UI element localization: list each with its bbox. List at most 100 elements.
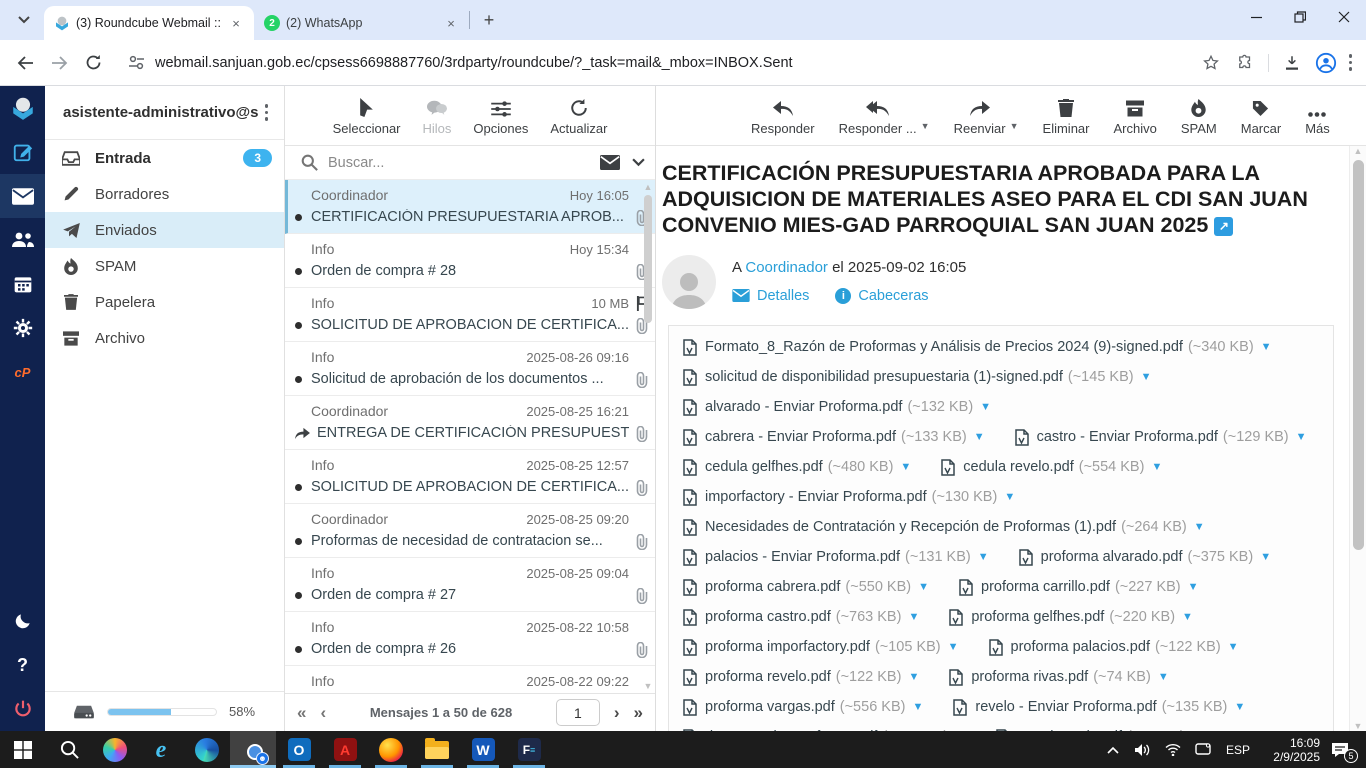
message-row[interactable]: Info 2025-08-25 12:57 SOLICITUD DE APROB…	[285, 450, 655, 504]
scroll-up-icon[interactable]: ▲	[644, 182, 653, 192]
reading-scrollbar[interactable]: ▲ ▼	[1349, 146, 1366, 731]
rail-calendar-button[interactable]	[0, 262, 45, 306]
taskbar-search-button[interactable]	[46, 731, 92, 768]
attachment-menu-caret-icon[interactable]: ▼	[1296, 431, 1307, 443]
word-button[interactable]: W	[460, 731, 506, 768]
profile-button[interactable]	[1309, 46, 1343, 80]
attachment-menu-caret-icon[interactable]: ▼	[908, 611, 919, 623]
volume-button[interactable]	[1128, 743, 1158, 757]
last-page-button[interactable]: »	[634, 703, 643, 723]
reply-all-button[interactable]: Responder ...	[839, 95, 917, 136]
attachment-item[interactable]: proforma revelo.pdf (~122 KB) ▼	[683, 669, 919, 686]
forward-button[interactable]	[42, 46, 76, 80]
attachment-menu-caret-icon[interactable]: ▼	[974, 431, 985, 443]
attachment-item[interactable]: proforma palacios.pdf (~122 KB) ▼	[989, 639, 1239, 656]
message-row[interactable]: Coordinador 2025-08-25 09:20 Proformas d…	[285, 504, 655, 558]
attachment-menu-caret-icon[interactable]: ▼	[1182, 611, 1193, 623]
delete-button[interactable]: Eliminar	[1043, 95, 1090, 136]
attachment-item[interactable]: proforma carrillo.pdf (~227 KB) ▼	[959, 579, 1199, 596]
next-page-button[interactable]: ›	[614, 703, 620, 723]
attachment-item[interactable]: revelo - Enviar Proforma.pdf (~135 KB) ▼	[953, 699, 1245, 716]
message-row[interactable]: Info Hoy 15:34 Orden de compra # 28	[285, 234, 655, 288]
notification-center-button[interactable]: 5	[1320, 742, 1360, 758]
cpanel-button[interactable]: cP	[0, 350, 45, 394]
forward-menu-caret-icon[interactable]: ▼	[1010, 121, 1019, 131]
window-minimize-button[interactable]	[1234, 0, 1278, 34]
attachment-menu-caret-icon[interactable]: ▼	[1260, 551, 1271, 563]
attachment-item[interactable]: palacios - Enviar Proforma.pdf (~131 KB)…	[683, 549, 989, 566]
cast-button[interactable]	[1188, 743, 1218, 756]
window-close-button[interactable]	[1322, 0, 1366, 34]
sidebar-item-borradores[interactable]: Borradores	[45, 176, 284, 212]
scroll-up-icon[interactable]: ▲	[1354, 146, 1363, 156]
archive-button[interactable]: Archivo	[1114, 95, 1157, 136]
attachment-menu-caret-icon[interactable]: ▼	[908, 671, 919, 683]
scroll-down-icon[interactable]: ▼	[1354, 721, 1363, 731]
attachment-item[interactable]: alvarado - Enviar Proforma.pdf (~132 KB)…	[683, 399, 991, 416]
mark-button[interactable]: Marcar	[1241, 95, 1281, 136]
message-row[interactable]: Coordinador Hoy 16:05 CERTIFICACIÓN PRES…	[285, 180, 655, 234]
logout-button[interactable]	[0, 687, 45, 731]
attachment-menu-caret-icon[interactable]: ▼	[900, 461, 911, 473]
outlook-button[interactable]: O	[276, 731, 322, 768]
compose-button[interactable]	[0, 130, 45, 174]
attachment-menu-caret-icon[interactable]: ▼	[1228, 641, 1239, 653]
attachment-menu-caret-icon[interactable]: ▼	[1194, 521, 1205, 533]
search-input[interactable]	[328, 155, 600, 171]
rail-mail-button[interactable]	[0, 174, 45, 218]
sidebar-item-entrada[interactable]: Entrada 3	[45, 140, 284, 176]
wifi-button[interactable]	[1158, 743, 1188, 756]
attachment-menu-caret-icon[interactable]: ▼	[918, 581, 929, 593]
attachment-item[interactable]: solicitud de disponibilidad presupuestar…	[683, 369, 1151, 386]
tab-close-icon[interactable]: ×	[228, 15, 244, 31]
scrollbar-thumb[interactable]	[1353, 160, 1364, 550]
tab-whatsapp[interactable]: 2 (2) WhatsApp ×	[254, 6, 469, 40]
message-row[interactable]: Info 2025-08-22 10:58 Orden de compra # …	[285, 612, 655, 666]
prev-page-button[interactable]: ‹	[320, 703, 326, 723]
app-f-button[interactable]: F≡	[506, 731, 552, 768]
language-indicator[interactable]: ESP	[1218, 743, 1258, 757]
message-row[interactable]: Info 2025-08-26 09:16 Solicitud de aprob…	[285, 342, 655, 396]
attachment-item[interactable]: Necesidades de Contratación y Recepción …	[683, 519, 1205, 536]
message-row[interactable]: Info 2025-08-25 09:04 Orden de compra # …	[285, 558, 655, 612]
chrome-button[interactable]: ☻	[230, 731, 276, 768]
spam-button[interactable]: SPAM	[1181, 95, 1217, 136]
attachment-item[interactable]: proforma alvarado.pdf (~375 KB) ▼	[1019, 549, 1271, 566]
first-page-button[interactable]: «	[297, 703, 306, 723]
rail-settings-button[interactable]	[0, 306, 45, 350]
attachment-item[interactable]: imporfactory - Enviar Proforma.pdf (~130…	[683, 489, 1015, 506]
start-button[interactable]	[0, 731, 46, 768]
options-button[interactable]: Opciones	[473, 95, 528, 136]
browser-menu-button[interactable]	[1343, 48, 1359, 77]
dark-mode-button[interactable]	[0, 599, 45, 643]
attachment-item[interactable]: rivas - Enviar Proforma.pdf (~133 KB) ▼	[683, 729, 966, 731]
reply-button[interactable]: Responder	[751, 95, 815, 136]
headers-link[interactable]: i Cabeceras	[835, 288, 928, 304]
copilot-button[interactable]	[92, 731, 138, 768]
attachment-menu-caret-icon[interactable]: ▼	[1234, 701, 1245, 713]
recipient-link[interactable]: Coordinador	[745, 259, 828, 276]
sidebar-item-spam[interactable]: SPAM	[45, 248, 284, 284]
message-row[interactable]: Info 10 MB SOLICITUD DE APROBACION DE CE…	[285, 288, 655, 342]
scroll-down-icon[interactable]: ▼	[644, 681, 653, 691]
window-restore-button[interactable]	[1278, 0, 1322, 34]
attachment-item[interactable]: proforma cabrera.pdf (~550 KB) ▼	[683, 579, 929, 596]
attachment-item[interactable]: castro - Enviar Proforma.pdf (~129 KB) ▼	[1015, 429, 1307, 446]
attachment-menu-caret-icon[interactable]: ▼	[948, 641, 959, 653]
new-tab-button[interactable]: +	[476, 7, 502, 33]
tab-search-button[interactable]	[10, 6, 38, 34]
attachment-item[interactable]: cedula revelo.pdf (~554 KB) ▼	[941, 459, 1162, 476]
attachment-item[interactable]: proforma imporfactory.pdf (~105 KB) ▼	[683, 639, 959, 656]
message-row[interactable]: Info 2025-08-22 09:22	[285, 666, 655, 693]
reply-all-menu-caret-icon[interactable]: ▼	[921, 121, 930, 131]
select-button[interactable]: Seleccionar	[333, 95, 401, 136]
address-field[interactable]: webmail.sanjuan.gob.ec/cpsess6698887760/…	[118, 46, 1186, 80]
rail-contacts-button[interactable]	[0, 218, 45, 262]
more-button[interactable]: Más	[1305, 95, 1330, 136]
attachment-item[interactable]: cabrera - Enviar Proforma.pdf (~133 KB) …	[683, 429, 985, 446]
acrobat-button[interactable]: A	[322, 731, 368, 768]
sidebar-item-enviados[interactable]: Enviados	[45, 212, 284, 248]
open-in-new-window-icon[interactable]: ↗	[1214, 217, 1233, 236]
forward-button[interactable]: Reenviar	[954, 95, 1006, 136]
search-scope-mail-icon[interactable]	[600, 155, 620, 170]
